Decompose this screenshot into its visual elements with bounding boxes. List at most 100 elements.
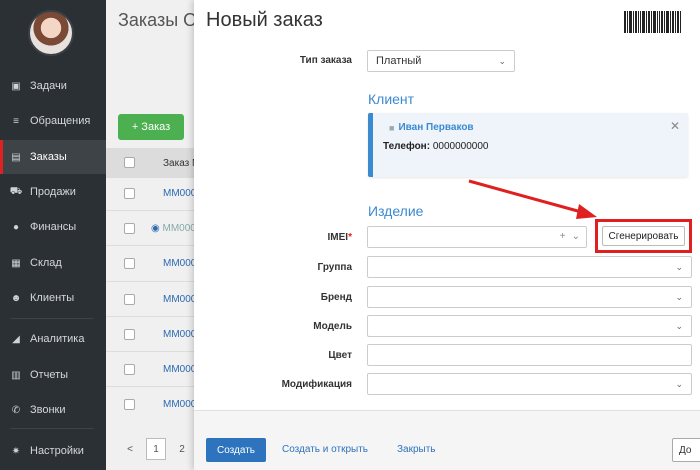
client-name: Иван Перваков	[398, 122, 474, 133]
order-number-link[interactable]: MM000	[163, 329, 196, 340]
page-title: Заказы О	[118, 10, 198, 30]
order-type-select[interactable]: Платный ⌄	[367, 50, 515, 72]
order-number-link[interactable]: MM000	[163, 294, 196, 305]
client-phone: Телефон: 0000000000	[383, 141, 488, 152]
new-order-modal: Новый заказ Тип заказа Платный ⌄ Клиент …	[194, 0, 700, 470]
cart-icon: ⛟	[9, 185, 23, 197]
highlight-box: Сгенерировать	[595, 219, 692, 253]
model-label: Модель	[313, 321, 352, 332]
modification-select[interactable]: ⌄	[367, 373, 692, 395]
sidebar-item-analytics[interactable]: ◢ Аналитика	[0, 322, 106, 356]
phone-icon: ✆	[11, 404, 21, 416]
sidebar-item-label: Аналитика	[30, 333, 85, 345]
close-button[interactable]: Закрыть	[397, 444, 436, 455]
plus-icon[interactable]: +	[560, 231, 566, 242]
pager-page-current[interactable]: 1	[146, 438, 166, 460]
warehouse-icon: ▦	[11, 257, 21, 269]
product-section-title: Изделие	[368, 203, 424, 219]
row-divider	[106, 210, 206, 211]
row-checkbox[interactable]	[124, 223, 135, 234]
order-number-link[interactable]: MM000	[163, 364, 196, 375]
order-number-link[interactable]: MM000	[163, 188, 196, 199]
model-select[interactable]: ⌄	[367, 315, 692, 337]
create-and-open-button[interactable]: Создать и открыть	[282, 444, 368, 455]
brand-label: Бренд	[320, 292, 352, 303]
create-button[interactable]: Создать	[206, 438, 266, 462]
user-icon: ■	[389, 122, 395, 133]
color-label: Цвет	[328, 350, 352, 361]
row-checkbox[interactable]	[124, 258, 135, 269]
orders-icon: ▤	[11, 151, 21, 163]
sidebar-item-sales[interactable]: ⛟ Продажи	[0, 175, 106, 209]
table-icon: ▥	[11, 369, 21, 381]
filter-icon: ≡	[13, 115, 19, 127]
brand-select[interactable]: ⌄	[367, 286, 692, 308]
chart-icon: ◢	[12, 333, 20, 345]
sidebar-item-label: Обращения	[30, 115, 91, 127]
radio-icon: ◉	[151, 223, 160, 234]
sidebar-item-label: Склад	[30, 257, 62, 269]
sidebar-item-requests[interactable]: ≡ Обращения	[0, 104, 106, 138]
clipboard-icon: ▣	[11, 80, 21, 92]
imei-tools: + ⌄	[560, 231, 580, 242]
barcode-icon[interactable]	[624, 11, 690, 33]
row-checkbox[interactable]	[124, 399, 135, 410]
sidebar-divider	[10, 428, 94, 429]
avatar[interactable]	[28, 10, 74, 56]
modification-label: Модификация	[281, 379, 352, 390]
chevron-down-icon: ⌄	[675, 262, 683, 272]
row-checkbox[interactable]	[124, 329, 135, 340]
row-divider	[106, 351, 206, 352]
sidebar-item-orders[interactable]: ▤ Заказы	[0, 140, 106, 174]
imei-label-text: IMEI	[327, 232, 349, 243]
coin-icon: ●	[12, 221, 20, 233]
order-number-link[interactable]: MM000	[163, 258, 196, 269]
order-number-link[interactable]: MM000	[163, 399, 196, 410]
chevron-down-icon: ⌄	[675, 321, 683, 331]
required-mark: *	[348, 232, 352, 243]
sidebar-item-tasks[interactable]: ▣ Задачи	[0, 69, 106, 103]
gear-icon: ✷	[11, 445, 21, 457]
color-input[interactable]	[367, 344, 692, 366]
order-number-link[interactable]: ◉ MM000	[151, 223, 196, 234]
order-number-text: MM000	[162, 223, 196, 234]
row-checkbox[interactable]	[124, 188, 135, 199]
sidebar-item-reports[interactable]: ▥ Отчеты	[0, 358, 106, 392]
pager-page-2[interactable]: 2	[172, 438, 192, 460]
sidebar-item-calls[interactable]: ✆ Звонки	[0, 393, 106, 427]
pager-prev-button[interactable]: <	[120, 438, 140, 460]
imei-input[interactable]: + ⌄	[367, 226, 587, 248]
sidebar-item-clients[interactable]: ☻ Клиенты	[0, 281, 106, 315]
sidebar-item-label: Звонки	[30, 404, 66, 416]
pagination: < 1 2	[120, 438, 192, 460]
sidebar-divider	[10, 318, 94, 319]
order-type-label: Тип заказа	[299, 55, 352, 66]
sidebar-item-label: Задачи	[30, 80, 67, 92]
row-divider	[106, 316, 206, 317]
select-all-checkbox[interactable]	[124, 157, 135, 168]
client-phone-label: Телефон:	[383, 141, 431, 152]
sidebar-item-finance[interactable]: ● Финансы	[0, 210, 106, 244]
add-order-button[interactable]: + Заказ	[118, 114, 184, 140]
client-phone-value: 0000000000	[432, 141, 489, 152]
modal-title: Новый заказ	[206, 9, 323, 31]
generate-imei-button[interactable]: Сгенерировать	[602, 226, 685, 246]
row-checkbox[interactable]	[124, 294, 135, 305]
users-icon: ☻	[10, 292, 22, 304]
order-type-value: Платный	[376, 55, 422, 67]
sidebar-item-label: Продажи	[30, 186, 76, 198]
sidebar-item-settings[interactable]: ✷ Настройки	[0, 434, 106, 468]
group-select[interactable]: ⌄	[367, 256, 692, 278]
row-checkbox[interactable]	[124, 364, 135, 375]
sidebar-item-label: Финансы	[30, 221, 77, 233]
sidebar-item-label: Заказы	[30, 151, 67, 163]
sidebar-item-warehouse[interactable]: ▦ Склад	[0, 246, 106, 280]
modal-footer: Создать Создать и открыть Закрыть До	[194, 410, 700, 470]
additional-button[interactable]: До	[672, 438, 700, 462]
close-icon[interactable]: ✕	[670, 119, 680, 133]
group-label: Группа	[317, 262, 352, 273]
client-name-link[interactable]: ■ Иван Перваков	[389, 122, 474, 133]
chevron-down-icon[interactable]: ⌄	[572, 231, 580, 242]
chevron-down-icon: ⌄	[675, 379, 683, 389]
sidebar: ▣ Задачи ≡ Обращения ▤ Заказы ⛟ Продажи …	[0, 0, 106, 470]
